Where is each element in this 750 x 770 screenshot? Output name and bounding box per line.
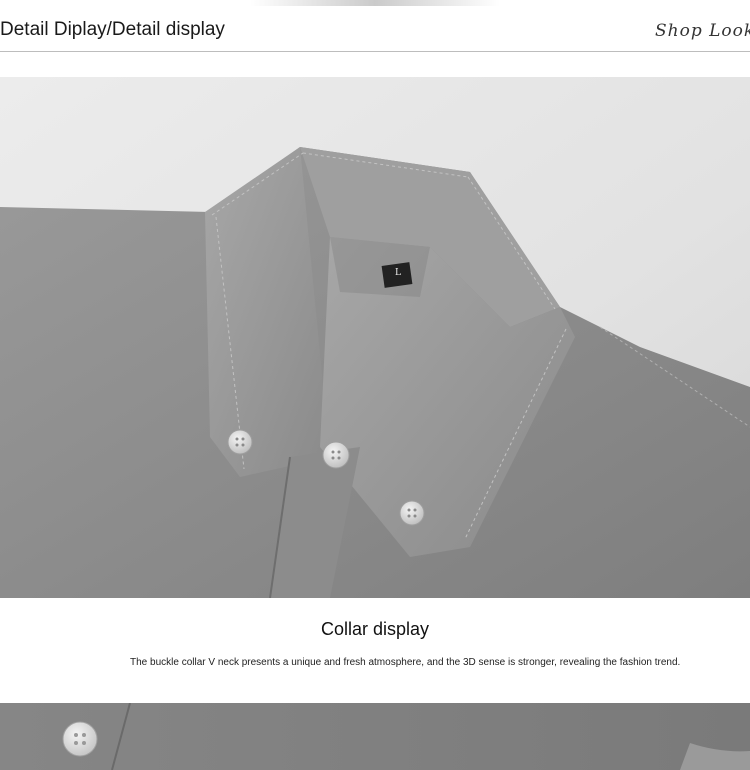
section-title: Detail Diplay/Detail display — [0, 19, 225, 40]
shop-look-link[interactable]: Shop Look> — [655, 21, 750, 41]
shirt-collar-photo: L — [0, 77, 750, 598]
caption-text: The buckle collar V neck presents a uniq… — [130, 657, 681, 668]
section-header: Detail Diplay/Detail display Shop Look> — [0, 0, 750, 52]
shirt-front-photo — [0, 703, 750, 770]
caption-title: Collar display — [320, 619, 430, 639]
header-divider — [0, 51, 750, 52]
size-tag-label: L — [395, 268, 401, 278]
